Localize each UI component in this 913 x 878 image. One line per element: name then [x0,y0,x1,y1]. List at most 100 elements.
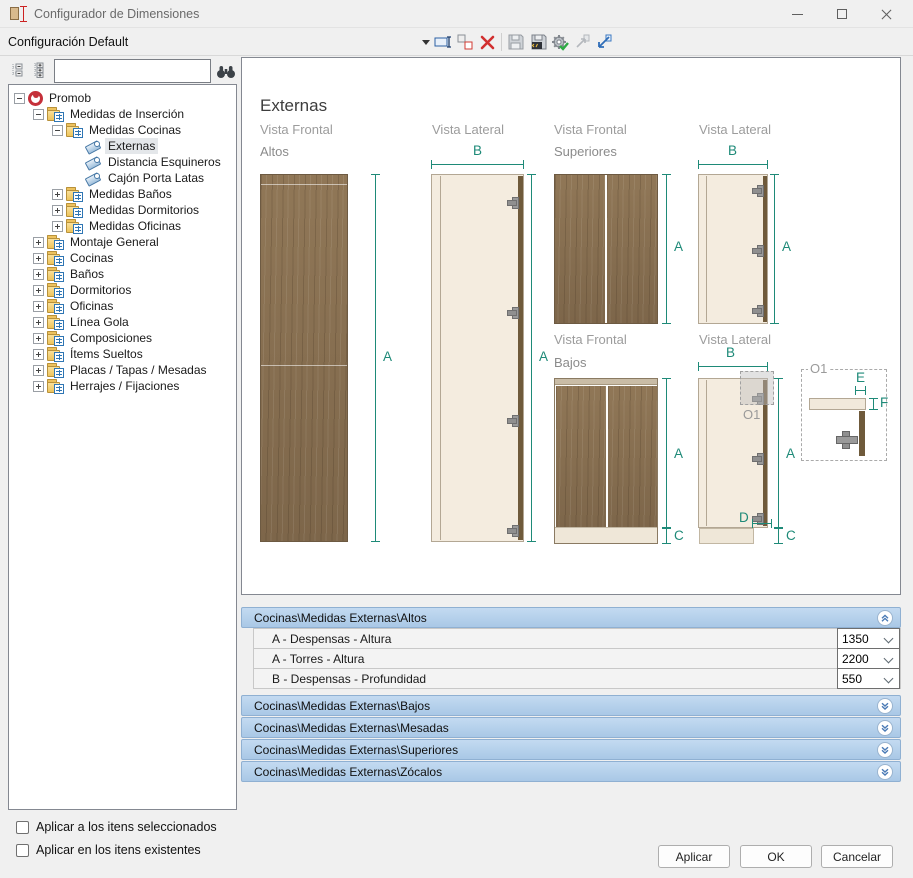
configuration-tree: Promob Medidas de Inserción Medidas Coci… [8,84,237,810]
checkbox-label: Aplicar en los itens existentes [36,843,201,857]
tree-expander[interactable] [33,237,44,248]
chevron-double-up-icon [880,613,890,623]
tree-item-medidas-oficinas[interactable]: Medidas Oficinas [9,218,236,234]
toolbar-separator [501,33,502,51]
configuration-dropdown-caret[interactable] [422,40,430,45]
view-label: Vista Lateral [432,122,504,137]
collapse-panel-button[interactable] [877,610,893,626]
expand-panel-button[interactable] [877,720,893,736]
expand-all-button[interactable] [29,58,50,82]
delete-configuration-button[interactable] [476,30,498,54]
accordion-header-altos[interactable]: Cocinas\Medidas Externas\Altos [241,607,901,628]
tree-expander[interactable] [33,317,44,328]
save-configuration-button[interactable] [505,30,527,54]
ok-button[interactable]: OK [740,845,812,868]
tree-item-montaje-general[interactable]: Montaje General [9,234,236,250]
dimension-tag-icon [85,139,102,153]
import-configuration-button[interactable] [593,30,615,54]
tree-expander[interactable] [33,349,44,360]
link-configuration-button[interactable] [571,30,593,54]
dimension-line-A [371,174,380,542]
dimension-tag-icon [85,155,102,169]
apply-configuration-button[interactable] [549,30,571,54]
dim-label-A: A [782,239,791,254]
expand-panel-button[interactable] [877,742,893,758]
tree-expander[interactable] [33,333,44,344]
tree-item-linea-gola[interactable]: Línea Gola [9,314,236,330]
ok-button-label: OK [767,850,784,864]
folder-icon [47,107,64,121]
folder-icon [47,363,64,377]
dimension-line-F [869,398,878,410]
apply-button[interactable]: Aplicar [658,845,730,868]
tree-item-placas-tapas-mesadas[interactable]: Placas / Tapas / Mesadas [9,362,236,378]
configuration-select[interactable]: Configuración Default [8,35,128,49]
checkbox-unchecked-icon[interactable] [16,821,29,834]
accordion-header-zocalos[interactable]: Cocinas\Medidas Externas\Zócalos [241,761,901,782]
apply-selected-items-option[interactable]: Aplicar a los itens seleccionados [16,820,217,834]
tree-expander[interactable] [33,301,44,312]
tree-item-cocinas[interactable]: Cocinas [9,250,236,266]
view-label: Vista Frontal [554,332,627,347]
tree-item-composiciones[interactable]: Composiciones [9,330,236,346]
export-configuration-button[interactable] [527,30,549,54]
expand-panel-button[interactable] [877,698,893,714]
tree-expander[interactable] [33,381,44,392]
tree-item-dormitorios[interactable]: Dormitorios [9,282,236,298]
dim-label-F: F [880,395,888,410]
tree-item-oficinas[interactable]: Oficinas [9,298,236,314]
tree-item-medidas-dormitorios[interactable]: Medidas Dormitorios [9,202,236,218]
tree-expander[interactable] [33,253,44,264]
tree-expander[interactable] [33,109,44,120]
setting-label: A - Torres - Altura [272,652,364,666]
tree-expander[interactable] [33,285,44,296]
tree-expander[interactable] [14,93,25,104]
tree-item-items-sueltos[interactable]: Ítems Sueltos [9,346,236,362]
accordion-header-mesadas[interactable]: Cocinas\Medidas Externas\Mesadas [241,717,901,738]
tall-cabinet-front-view [260,174,348,542]
tree-expander[interactable] [52,125,63,136]
despensas-profundidad-select[interactable]: 550 [837,668,900,689]
tree-expander[interactable] [52,205,63,216]
maximize-button[interactable] [820,0,864,28]
upper-cabinet-front-view [554,174,658,324]
selected-value: 2200 [842,652,869,666]
link-arrow-blue-icon [596,34,612,50]
view-label: Vista Frontal [260,122,333,137]
apply-existing-items-option[interactable]: Aplicar en los itens existentes [16,843,201,857]
tree-item-distancia-esquineros[interactable]: Distancia Esquineros [9,154,236,170]
minimize-button[interactable] [775,0,819,28]
tree-item-promob[interactable]: Promob [9,90,236,106]
tree-item-banos[interactable]: Baños [9,266,236,282]
countertop-slab [809,398,866,410]
tree-item-externas[interactable]: Externas [9,138,236,154]
tree-item-medidas-banos[interactable]: Medidas Baños [9,186,236,202]
dim-label-C: C [786,528,796,543]
close-button[interactable] [864,0,908,28]
search-input[interactable] [54,59,211,83]
tree-expander[interactable] [52,189,63,200]
cancel-button[interactable]: Cancelar [821,845,893,868]
tree-item-medidas-cocinas[interactable]: Medidas Cocinas [9,122,236,138]
dimension-line-A [774,378,783,528]
rename-configuration-button[interactable] [432,30,454,54]
tree-item-cajon-porta-latas[interactable]: Cajón Porta Latas [9,170,236,186]
checkbox-unchecked-icon[interactable] [16,844,29,857]
tree-expander[interactable] [33,269,44,280]
copy-icon [457,34,473,50]
expand-panel-button[interactable] [877,764,893,780]
despensas-altura-select[interactable]: 1350 [837,628,900,649]
tree-item-medidas-de-insercion[interactable]: Medidas de Inserción [9,106,236,122]
accordion-header-superiores[interactable]: Cocinas\Medidas Externas\Superiores [241,739,901,760]
tree-expander[interactable] [52,221,63,232]
configuration-toolbar: Configuración Default [0,28,913,56]
cancel-button-label: Cancelar [833,850,881,864]
torres-altura-select[interactable]: 2200 [837,648,900,669]
collapse-all-button[interactable] [7,58,28,82]
copy-configuration-button[interactable] [454,30,476,54]
search-button[interactable] [214,59,238,83]
tree-expander[interactable] [33,365,44,376]
accordion-header-bajos[interactable]: Cocinas\Medidas Externas\Bajos [241,695,901,716]
setting-row-torres-altura: A - Torres - Altura 2200 [253,648,901,669]
tree-item-herrajes-fijaciones[interactable]: Herrajes / Fijaciones [9,378,236,394]
